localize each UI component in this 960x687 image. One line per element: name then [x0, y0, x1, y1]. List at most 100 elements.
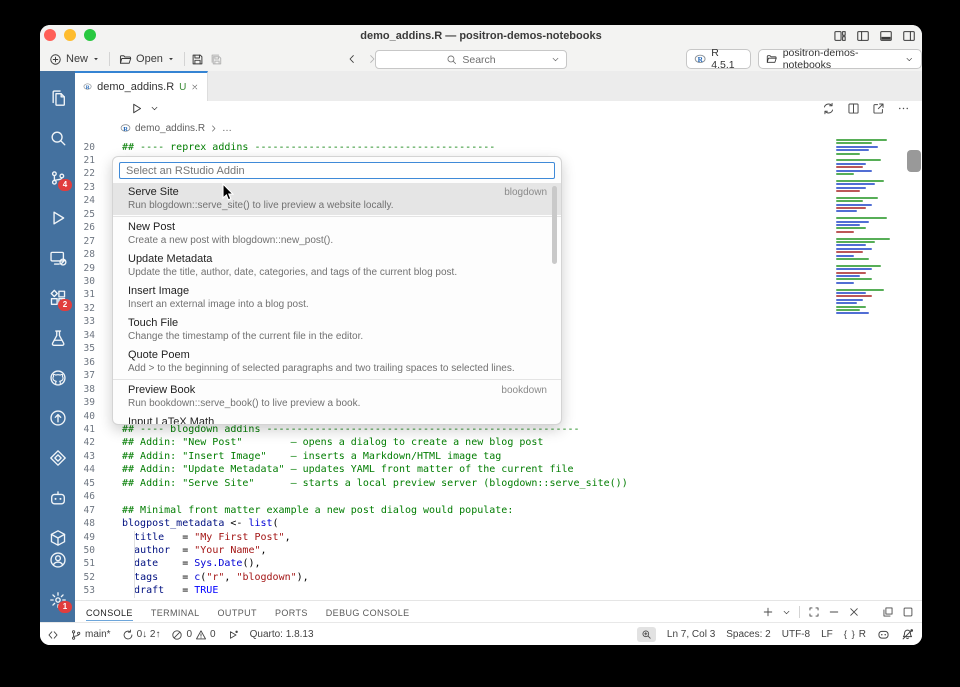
quarto-status[interactable]: Quarto: 1.8.13 — [250, 629, 314, 640]
editor-tab[interactable]: R demo_addins.R U — [75, 71, 208, 101]
activity-explorer[interactable] — [40, 78, 75, 118]
quickpick-item[interactable]: Insert Image Insert an external image int… — [113, 282, 561, 314]
panel-tab-debug-console[interactable]: DEBUG CONSOLE — [326, 604, 410, 621]
assistant-status[interactable] — [877, 628, 890, 641]
open-button[interactable]: Open — [116, 51, 178, 68]
minimize-panel-icon[interactable] — [828, 606, 840, 618]
minimap-line — [836, 288, 884, 291]
line-number: 50 — [83, 545, 95, 556]
git-branch-status[interactable]: main* — [70, 629, 111, 641]
bottom-panel: CONSOLE TERMINAL OUTPUT PORTS DEBUG CONSOLE — [75, 600, 922, 623]
panel-tab-ports[interactable]: PORTS — [275, 604, 308, 621]
line-number: 44 — [83, 464, 95, 476]
breadcrumb-chevron-icon — [209, 124, 218, 133]
close-tab-icon[interactable] — [191, 82, 199, 92]
quarto-icon — [49, 449, 67, 467]
minimap-line — [836, 281, 854, 284]
minimap-line — [836, 278, 872, 281]
breadcrumb[interactable]: R demo_addins.R … — [75, 119, 922, 137]
zoom-control[interactable] — [636, 627, 656, 642]
quickpick-scrollbar-thumb[interactable] — [552, 186, 557, 264]
addin-label: Touch File — [128, 317, 179, 329]
cursor-position-status[interactable]: Ln 7, Col 3 — [667, 629, 715, 640]
new-console-icon[interactable] — [762, 606, 774, 618]
minimap-line — [836, 200, 863, 203]
quickpick-item[interactable]: Update Metadata Update the title, author,… — [113, 250, 561, 282]
customize-layout-icon[interactable] — [833, 29, 847, 43]
activity-settings[interactable]: 1 — [40, 580, 75, 620]
line-number: 29 — [83, 262, 95, 274]
minimap-line — [836, 271, 866, 274]
line-number: 23 — [83, 181, 95, 193]
line-number: 21 — [83, 154, 95, 166]
minimap-line — [836, 268, 872, 271]
quickpick-item[interactable]: Preview Book bookdown Run bookdown::serve_… — [113, 381, 561, 413]
activity-assistant[interactable] — [40, 478, 75, 518]
minimap-line — [836, 258, 869, 260]
activity-search[interactable] — [40, 118, 75, 158]
save-icon[interactable] — [191, 53, 204, 66]
remote-indicator[interactable] — [47, 629, 59, 641]
language-mode: R — [858, 629, 866, 640]
toggle-panel-icon[interactable] — [879, 29, 893, 43]
quickpick-item[interactable]: Quote Poem Add > to the beginning of sele… — [113, 346, 561, 378]
global-search-box[interactable]: Search — [375, 50, 567, 69]
debug-status[interactable] — [227, 629, 239, 641]
minimap-line — [836, 230, 854, 233]
addin-description: Update the title, author, date, categori… — [128, 267, 458, 278]
navigate-back-icon[interactable] — [346, 53, 358, 65]
cursor-position: Ln 7, Col 3 — [666, 629, 716, 640]
problems-status[interactable]: 0 0 — [171, 629, 216, 641]
open-in-new-window-icon[interactable] — [872, 102, 885, 115]
activity-account[interactable] — [40, 540, 75, 580]
minimap-line — [836, 152, 860, 155]
quickpick-item[interactable]: Input LaTeX Math — [113, 413, 561, 424]
run-options-chevron-icon[interactable] — [150, 104, 159, 113]
notifications-status[interactable] — [901, 628, 914, 641]
activity-sessions[interactable] — [40, 238, 75, 278]
run-file-icon[interactable] — [130, 102, 143, 115]
editor-scrollbar-thumb[interactable] — [907, 150, 921, 172]
close-panel-icon[interactable] — [848, 606, 860, 618]
addin-label: Preview Book — [128, 384, 196, 396]
quickpick-item[interactable]: New Post Create a new post with blogdown:… — [113, 218, 561, 250]
restore-layout-icon[interactable] — [882, 606, 894, 618]
line-number: 48 — [83, 518, 95, 530]
language-mode-status[interactable]: { } R — [844, 629, 866, 640]
addin-description: Add > to the beginning of selected parag… — [128, 363, 515, 374]
line-number: 47 — [83, 504, 95, 516]
activity-github[interactable] — [40, 358, 75, 398]
compare-changes-icon[interactable] — [822, 102, 835, 115]
split-editor-icon[interactable] — [847, 102, 860, 115]
panel-tab-console[interactable]: CONSOLE — [86, 604, 133, 621]
quickpick-item[interactable]: Touch File Change the timestamp of the cu… — [113, 314, 561, 346]
more-actions-icon[interactable] — [897, 102, 910, 115]
addin-label: Insert Image — [128, 285, 190, 297]
toggle-fullscreen-panel-icon[interactable] — [902, 606, 914, 618]
git-sync-status[interactable]: 0↓ 2↑ — [122, 629, 160, 641]
workspace-selector-button[interactable]: positron-demos-notebooks — [758, 47, 922, 71]
panel-tab-output[interactable]: OUTPUT — [218, 604, 257, 621]
addin-search-input[interactable] — [119, 162, 555, 179]
maximize-panel-icon[interactable] — [808, 606, 820, 618]
encoding-status[interactable]: UTF-8 — [782, 629, 810, 640]
eol-status[interactable]: LF — [821, 629, 833, 640]
line-number: 53 — [83, 585, 95, 597]
toggle-secondary-sidebar-icon[interactable] — [902, 29, 916, 43]
panel-tab-terminal[interactable]: TERMINAL — [151, 604, 200, 621]
editor-tab-strip: R demo_addins.R U — [75, 71, 922, 102]
activity-testing[interactable] — [40, 318, 75, 358]
tab-filename: demo_addins.R — [97, 81, 175, 93]
new-button[interactable]: New — [46, 51, 103, 68]
toggle-sidebar-icon[interactable] — [856, 29, 870, 43]
line-number: 30 — [83, 276, 95, 287]
activity-extensions[interactable]: 2 — [40, 278, 75, 318]
activity-publish[interactable] — [40, 398, 75, 438]
console-options-chevron-icon[interactable] — [782, 608, 791, 617]
activity-source-control[interactable]: 4 — [40, 158, 75, 198]
quickpick-item[interactable]: Serve Site blogdown Run blogdown::serve_si… — [113, 183, 561, 215]
activity-run-debug[interactable] — [40, 198, 75, 238]
interpreter-selector-button[interactable]: R R 4.5.1 — [686, 47, 752, 71]
activity-quarto[interactable] — [40, 438, 75, 478]
indentation-status[interactable]: Spaces: 2 — [726, 629, 770, 640]
